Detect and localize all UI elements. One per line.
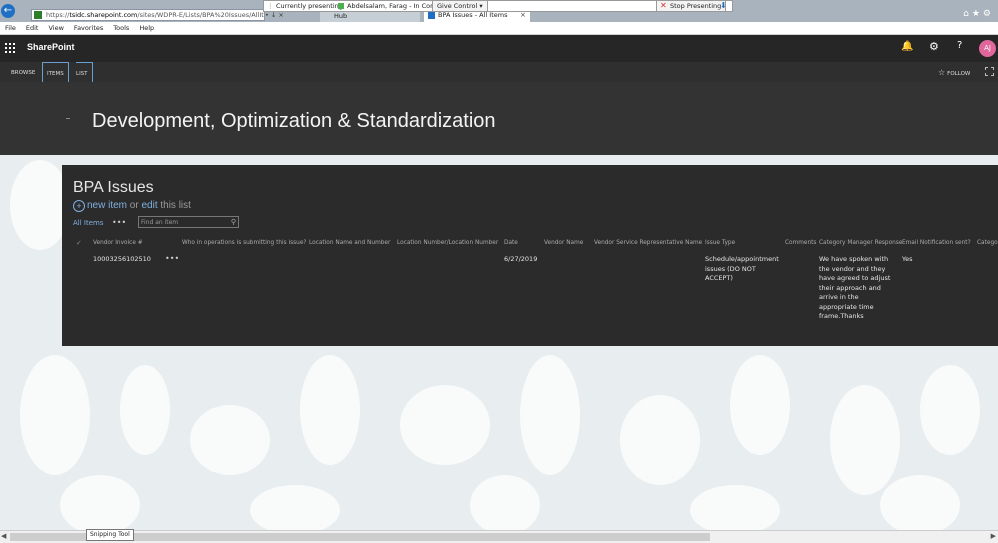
search-box[interactable]: ⚲ (138, 216, 239, 228)
site-header: Development, Optimization & Standardizat… (0, 82, 998, 155)
site-logo-placeholder (66, 118, 70, 119)
column-header-category-response[interactable]: Category Manager Response (819, 240, 902, 246)
notification-bell-icon[interactable]: 🔔 (901, 41, 913, 52)
search-icon[interactable]: ⚲ (231, 217, 236, 227)
scroll-right-arrow-icon[interactable]: ▶ (991, 532, 996, 540)
cell-email-sent: Yes (902, 255, 913, 263)
address-bar[interactable]: https://tsidc.sharepoint.com/sites/WDPR-… (31, 9, 265, 21)
tab-list[interactable]: LIST (76, 62, 93, 82)
help-icon[interactable]: ? (957, 40, 962, 51)
presenting-label: Currently presenting (276, 2, 343, 10)
sharepoint-title[interactable]: SharePoint (27, 42, 75, 52)
tab-items[interactable]: ITEMS (42, 62, 69, 82)
url-prefix: https:// (46, 11, 70, 19)
list-title[interactable]: BPA Issues (73, 179, 154, 197)
presenting-bar: ⋮ Currently presenting Abdelsalam, Farag… (263, 0, 733, 12)
this-list-text: this list (157, 200, 191, 211)
settings-gear-icon[interactable]: ⚙ (983, 9, 994, 19)
favorites-star-icon[interactable]: ★ (972, 9, 983, 19)
column-header-issue-type[interactable]: Issue Type (705, 240, 735, 246)
sharepoint-favicon-icon (428, 12, 435, 19)
follow-label: FOLLOW (947, 71, 971, 77)
select-all-checkmark-icon[interactable]: ✓ (76, 239, 82, 247)
cell-date: 6/27/2019 (504, 255, 538, 263)
avatar[interactable]: AJ (979, 40, 996, 57)
menu-favorites[interactable]: Favorites (74, 24, 103, 32)
column-header-location-number[interactable]: Location Number/Location Number (397, 240, 498, 246)
edit-list-link[interactable]: edit (141, 200, 157, 211)
list-web-part: BPA Issues + new item or edit this list A… (62, 165, 998, 346)
menu-view[interactable]: View (48, 24, 63, 32)
horizontal-scrollbar[interactable]: ◀ ▶ (0, 530, 998, 543)
menu-help[interactable]: Help (139, 24, 154, 32)
ribbon: BROWSE ITEMS LIST ☆ FOLLOW (0, 62, 998, 82)
back-arrow-icon[interactable]: ← (1, 4, 15, 18)
browser-action-icons[interactable]: ⌂★⚙ (963, 9, 994, 19)
item-menu-ellipsis[interactable]: ••• (165, 254, 179, 263)
column-header-date[interactable]: Date (504, 240, 518, 246)
site-title[interactable]: Development, Optimization & Standardizat… (92, 110, 496, 133)
presenter-status-icon (338, 3, 344, 9)
plus-icon[interactable]: + (73, 200, 85, 212)
close-tab-icon[interactable]: × (520, 11, 526, 19)
column-header-vendor-rep[interactable]: Vendor Service Representative Name (594, 240, 702, 246)
or-text: or (127, 200, 142, 211)
search-input[interactable] (141, 217, 225, 227)
view-all-items[interactable]: All Items (73, 219, 104, 227)
column-header-location-name[interactable]: Location Name and Number (309, 240, 390, 246)
url-path: /sites/WDPR-E/Lists/BPA%20Issues/AllItem… (137, 11, 264, 19)
menu-edit[interactable]: Edit (26, 24, 39, 32)
suite-bar: SharePoint 🔔 ⚙ ? AJ (0, 35, 998, 62)
cell-issue-type: Schedule/appointment issues (DO NOT ACCE… (705, 255, 779, 282)
tab-hub[interactable]: Hub (320, 11, 420, 22)
cell-category-response: We have spoken with the vendor and they … (819, 255, 891, 320)
menu-tools[interactable]: Tools (113, 24, 129, 32)
stop-presenting-button[interactable]: ✕ Stop Presenting (656, 0, 727, 12)
view-options-ellipsis[interactable]: ••• (112, 218, 126, 227)
pin-icon[interactable]: ⬇ (720, 1, 727, 11)
column-header-category[interactable]: Catego (977, 240, 998, 246)
cell-vendor-invoice[interactable]: 10003256102510 (93, 255, 151, 265)
url-domain: tsidc.sharepoint.com (69, 11, 138, 19)
column-header-vendor-name[interactable]: Vendor Name (544, 240, 583, 246)
new-item-row: + new item or edit this list (73, 200, 191, 212)
home-icon[interactable]: ⌂ (963, 9, 972, 19)
snipping-tool-tooltip: Snipping Tool (86, 529, 134, 541)
column-header-comments[interactable]: Comments (785, 240, 816, 246)
focus-on-content-icon[interactable] (985, 67, 994, 76)
column-header-email-sent[interactable]: Email Notification sent? (902, 240, 971, 246)
app-launcher-icon[interactable] (5, 43, 15, 53)
presenter-name: Abdelsalam, Farag - In Control (347, 2, 446, 10)
tab-browse[interactable]: BROWSE (11, 62, 35, 82)
stop-icon: ✕ (660, 1, 667, 10)
drag-handle-icon[interactable]: ⋮ (267, 1, 274, 11)
secure-lock-icon (34, 11, 42, 19)
stop-presenting-label: Stop Presenting (670, 2, 722, 10)
column-header-vendor-invoice[interactable]: Vendor Invoice # (93, 240, 143, 246)
star-icon: ☆ (938, 68, 946, 77)
browser-menu-bar: File Edit View Favorites Tools Help (0, 22, 998, 35)
scroll-left-arrow-icon[interactable]: ◀ (1, 532, 6, 540)
column-header-who-submitting[interactable]: Who in operations is submitting this iss… (182, 240, 306, 246)
new-item-link[interactable]: new item (87, 200, 127, 211)
give-control-button[interactable]: Give Control ▾ (432, 0, 488, 12)
menu-file[interactable]: File (5, 24, 16, 32)
settings-gear-icon[interactable]: ⚙ (929, 40, 939, 53)
